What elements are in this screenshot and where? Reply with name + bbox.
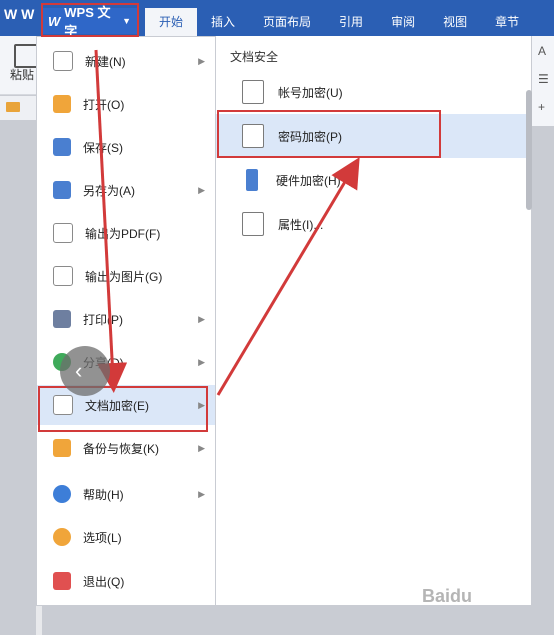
watermark: Baidu [422, 586, 473, 606]
arrow-to-password-encrypt [216, 157, 360, 396]
chevron-left-icon: ‹ [75, 358, 83, 383]
arrow-to-doc-encrypt [94, 49, 128, 393]
cursor-indicator: ‹ [60, 346, 110, 396]
annotation-arrows [94, 49, 360, 396]
